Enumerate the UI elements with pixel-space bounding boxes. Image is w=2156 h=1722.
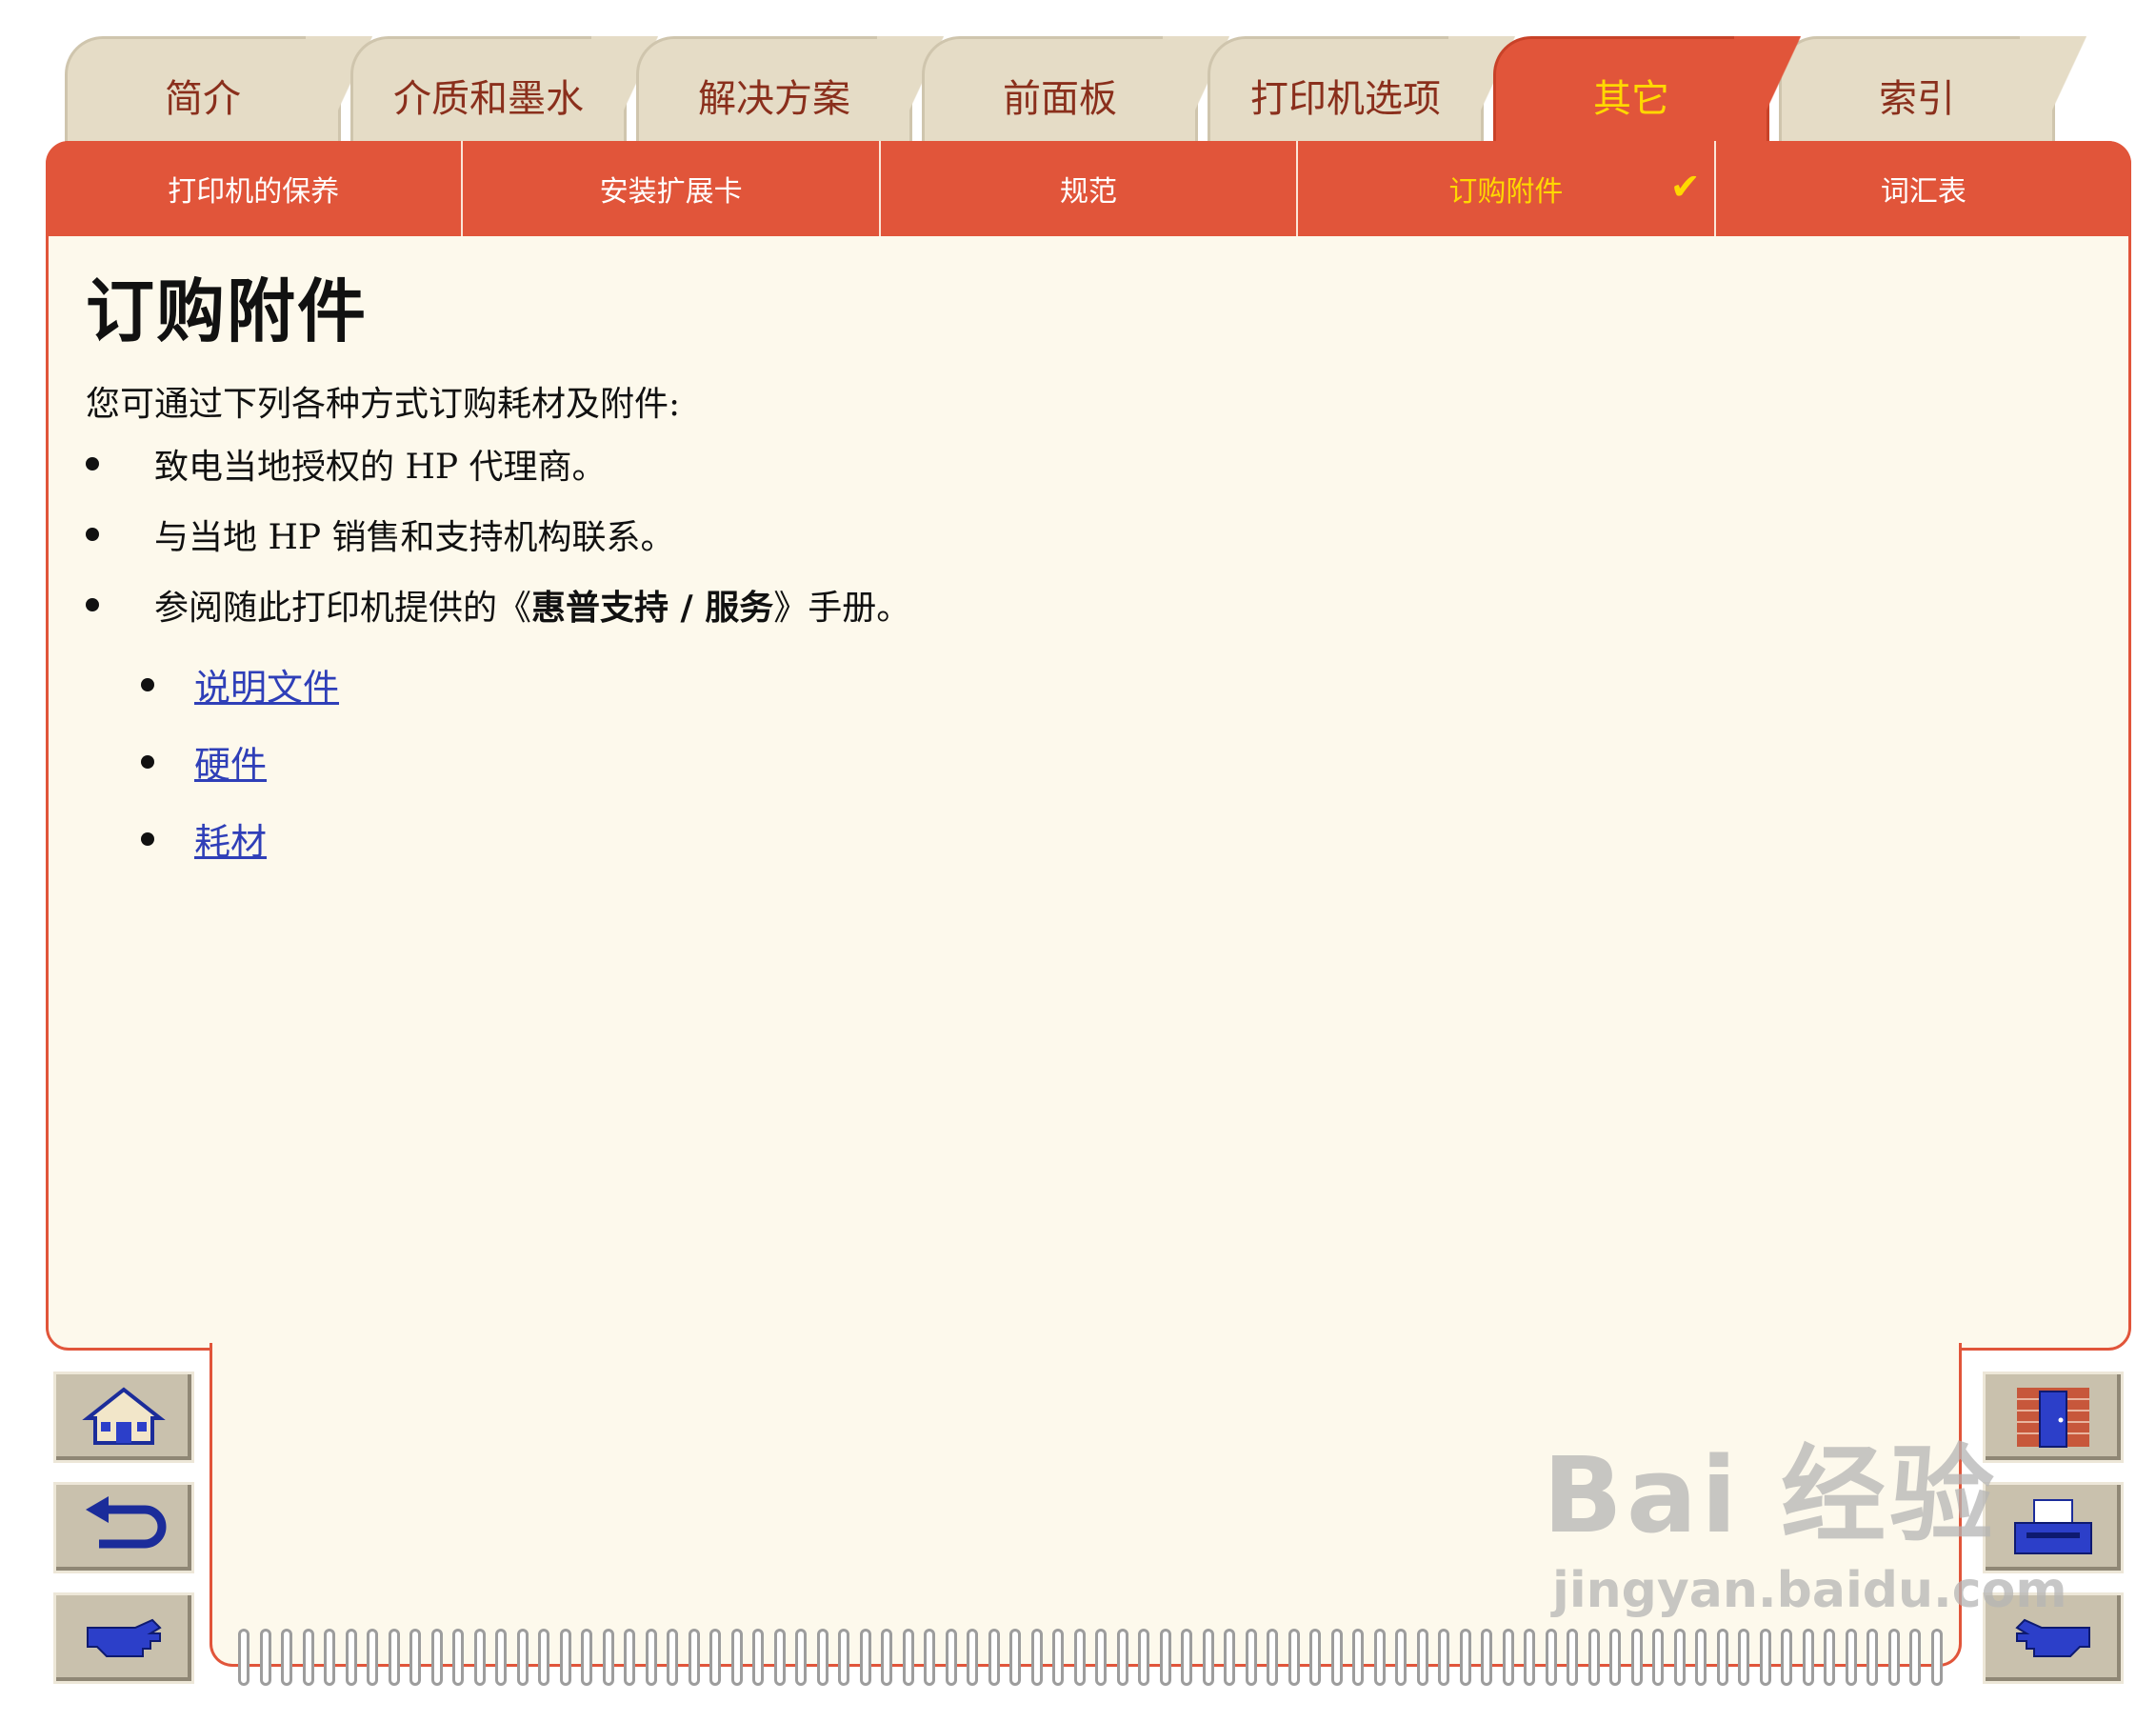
tab-index[interactable]: 索引	[1779, 36, 2086, 151]
tab-printer-options[interactable]: 打印机选项	[1208, 36, 1515, 151]
back-icon	[86, 1496, 167, 1549]
link-list: 说明文件 硬件 耗材	[86, 658, 2086, 865]
subnav-printer-maintenance[interactable]: 打印机的保养	[46, 141, 464, 236]
next-page-button[interactable]	[53, 1592, 194, 1684]
list-item: 硬件	[141, 735, 2086, 788]
list-item: 说明文件	[141, 658, 2086, 711]
bullet-icon	[86, 598, 99, 611]
link-hardware[interactable]: 硬件	[194, 744, 267, 786]
watermark-sub: jingyan.baidu.com	[1552, 1562, 2067, 1619]
home-button[interactable]	[53, 1372, 194, 1463]
list-item-text: 参阅随此打印机提供的《	[154, 589, 532, 628]
page-title: 订购附件	[86, 271, 369, 351]
next-page-icon	[87, 1618, 162, 1657]
list-item: 耗材	[141, 812, 2086, 865]
page-content: 订购附件 您可通过下列各种方式订购耗材及附件: 致电当地授权的 HP 代理商。 …	[86, 255, 2086, 890]
tab-media-ink[interactable]: 介质和墨水	[350, 36, 658, 151]
subnav-glossary[interactable]: 词汇表	[1716, 141, 2131, 236]
list-item-text: 》手册。	[773, 589, 911, 628]
back-button[interactable]	[53, 1482, 194, 1573]
link-supplies[interactable]: 耗材	[194, 821, 267, 863]
subnav-label: 规范	[1060, 175, 1118, 209]
baidu-watermark: Bai 经验 jingyan.baidu.com	[1543, 1410, 2067, 1619]
list-item: 致电当地授权的 HP 代理商。	[86, 439, 2086, 489]
subnav-install-expansion-card[interactable]: 安装扩展卡	[463, 141, 881, 236]
list-item-text: 致电当地授权的 HP 代理商。	[154, 448, 607, 487]
sub-navigation: 打印机的保养 安装扩展卡 规范 订购附件 ✔ 词汇表	[46, 141, 2131, 236]
watermark-main: Bai 经验	[1543, 1434, 1999, 1556]
spiral-binding	[238, 1629, 1943, 1695]
bullet-icon	[141, 831, 154, 846]
home-icon	[82, 1387, 166, 1445]
bullet-icon	[141, 754, 154, 769]
tab-intro[interactable]: 简介	[65, 36, 372, 151]
list-item: 参阅随此打印机提供的《惠普支持 / 服务》手册。	[86, 580, 2086, 630]
bullet-icon	[86, 457, 99, 471]
bullet-icon	[141, 677, 154, 691]
subnav-label: 安装扩展卡	[599, 175, 743, 209]
tab-front-panel[interactable]: 前面板	[922, 36, 1229, 151]
subnav-label: 词汇表	[1880, 175, 1966, 209]
checkmark-icon: ✔	[1669, 165, 1701, 208]
bullet-icon	[86, 528, 99, 541]
subnav-order-accessories[interactable]: 订购附件 ✔	[1298, 141, 1716, 236]
manual-title: 惠普支持 / 服务	[531, 589, 774, 628]
list-item-text: 与当地 HP 销售和支持机构联系。	[154, 518, 675, 557]
intro-text: 您可通过下列各种方式订购耗材及附件:	[86, 385, 681, 424]
subnav-label: 订购附件	[1448, 175, 1564, 209]
list-item: 与当地 HP 销售和支持机构联系。	[86, 510, 2086, 559]
subnav-label: 打印机的保养	[168, 175, 340, 209]
subnav-specifications[interactable]: 规范	[881, 141, 1299, 236]
link-documentation[interactable]: 说明文件	[194, 667, 339, 709]
order-methods-list: 致电当地授权的 HP 代理商。 与当地 HP 销售和支持机构联系。 参阅随此打印…	[86, 439, 2086, 630]
tab-solutions[interactable]: 解决方案	[636, 36, 944, 151]
